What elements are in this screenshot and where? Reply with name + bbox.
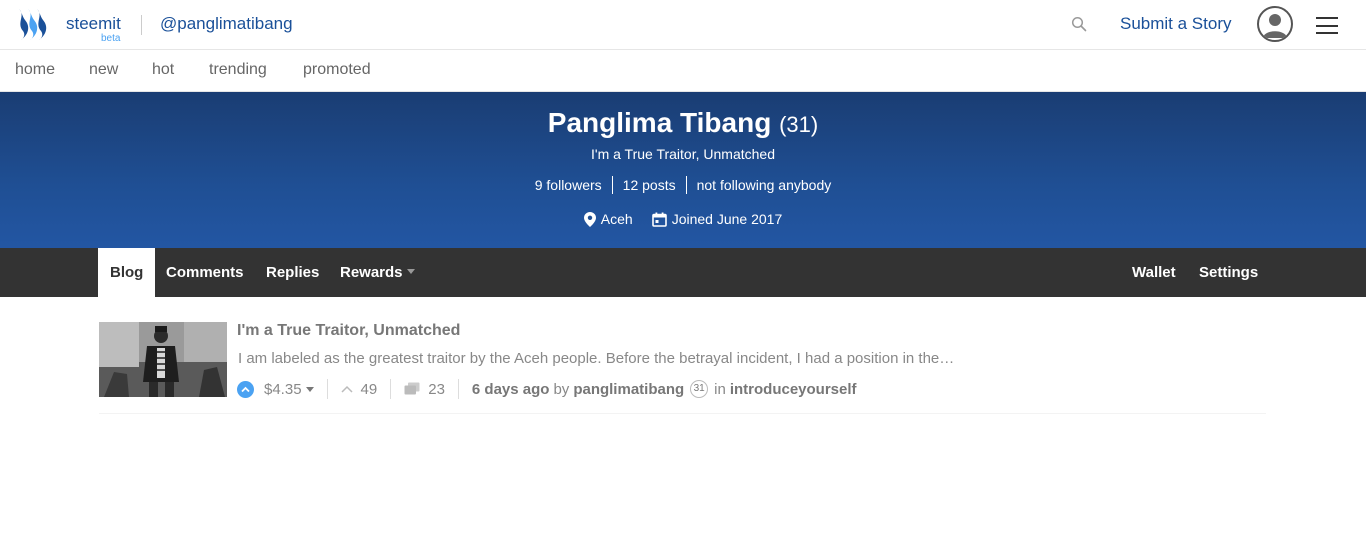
nav-hot[interactable]: hot bbox=[152, 61, 174, 79]
nav-promoted[interactable]: promoted bbox=[303, 61, 371, 79]
location-pin-icon bbox=[583, 211, 596, 227]
payout-value: $4.35 bbox=[264, 380, 302, 398]
comments-count[interactable]: 23 bbox=[404, 381, 445, 398]
user-handle-link[interactable]: @panglimatibang bbox=[160, 14, 293, 34]
votes-count[interactable]: 49 bbox=[341, 380, 378, 398]
profile-stats: 9 followers 12 posts not following anybo… bbox=[0, 176, 1366, 194]
chevron-down-icon bbox=[406, 269, 415, 275]
post-age[interactable]: 6 days ago bbox=[472, 381, 550, 398]
joined-text: Joined June 2017 bbox=[671, 211, 783, 227]
footer-divider bbox=[326, 379, 328, 399]
post-thumbnail[interactable] bbox=[99, 322, 227, 397]
menu-hamburger-icon[interactable] bbox=[1316, 17, 1338, 34]
chevron-up-icon bbox=[241, 386, 250, 392]
nav-trending[interactable]: trending bbox=[209, 61, 267, 79]
profile-meta: Aceh Joined June 2017 bbox=[0, 211, 1366, 227]
by-label: by bbox=[553, 380, 570, 398]
profile-tagline: I'm a True Traitor, Unmatched bbox=[591, 146, 775, 162]
following-count[interactable]: not following anybody bbox=[687, 176, 842, 194]
post-category[interactable]: introduceyourself bbox=[730, 381, 857, 398]
post-thumbnail-image bbox=[99, 322, 227, 397]
submit-story-link[interactable]: Submit a Story bbox=[1120, 14, 1232, 34]
brand-name[interactable]: steemit bbox=[66, 14, 121, 34]
comments-icon bbox=[404, 382, 420, 395]
in-label: in bbox=[714, 380, 726, 398]
votes-value: 49 bbox=[360, 380, 378, 398]
upvote-button[interactable] bbox=[237, 380, 254, 398]
profile-name: Panglima Tibang (31) bbox=[0, 107, 1366, 139]
tab-rewards[interactable]: Rewards bbox=[340, 248, 415, 297]
footer-divider bbox=[457, 379, 459, 399]
author-reputation-badge: 31 bbox=[690, 380, 709, 398]
tab-rewards-label: Rewards bbox=[340, 264, 403, 281]
profile-banner: Panglima Tibang (31) I'm a True Traitor,… bbox=[0, 92, 1366, 248]
top-header: steemit beta @panglimatibang Submit a St… bbox=[0, 0, 1366, 50]
chevron-up-icon bbox=[341, 385, 353, 393]
tab-comments[interactable]: Comments bbox=[166, 248, 244, 297]
location-text: Aceh bbox=[600, 211, 633, 227]
followers-count[interactable]: 9 followers bbox=[525, 176, 613, 194]
tab-blog[interactable]: Blog bbox=[98, 248, 156, 297]
beta-badge: beta bbox=[101, 33, 121, 44]
nav-home[interactable]: home bbox=[15, 61, 55, 79]
nav-new[interactable]: new bbox=[89, 61, 118, 79]
chevron-down-icon bbox=[305, 387, 314, 393]
steemit-logo-icon[interactable] bbox=[14, 7, 50, 41]
user-avatar[interactable] bbox=[1257, 6, 1293, 42]
tab-replies[interactable]: Replies bbox=[266, 248, 319, 297]
blog-post-item: I'm a True Traitor, Unmatched I am label… bbox=[99, 322, 1266, 414]
comments-value: 23 bbox=[428, 380, 445, 398]
profile-tabs: Blog Comments Replies Rewards Wallet Set… bbox=[0, 248, 1366, 297]
footer-divider bbox=[390, 379, 392, 399]
calendar-icon bbox=[651, 212, 667, 227]
profile-reputation: (31) bbox=[779, 112, 819, 137]
posts-count: 12 posts bbox=[613, 176, 687, 194]
post-excerpt[interactable]: I am labeled as the greatest traitor by … bbox=[238, 350, 954, 367]
profile-joined: Joined June 2017 bbox=[651, 211, 783, 227]
post-payout[interactable]: $4.35 bbox=[264, 381, 314, 398]
sub-navigation: home new hot trending promoted bbox=[0, 50, 1366, 92]
tab-settings[interactable]: Settings bbox=[1199, 248, 1258, 297]
post-author[interactable]: panglimatibang bbox=[573, 381, 684, 398]
profile-display-name: Panglima Tibang bbox=[547, 107, 772, 138]
header-divider bbox=[141, 15, 142, 35]
user-silhouette-icon bbox=[1263, 14, 1287, 38]
profile-location: Aceh bbox=[583, 211, 633, 227]
post-title[interactable]: I'm a True Traitor, Unmatched bbox=[237, 322, 460, 340]
search-icon[interactable] bbox=[1071, 16, 1088, 33]
tab-wallet[interactable]: Wallet bbox=[1132, 248, 1176, 297]
post-footer: $4.35 49 23 6 days ago by panglimatibang… bbox=[237, 378, 857, 400]
